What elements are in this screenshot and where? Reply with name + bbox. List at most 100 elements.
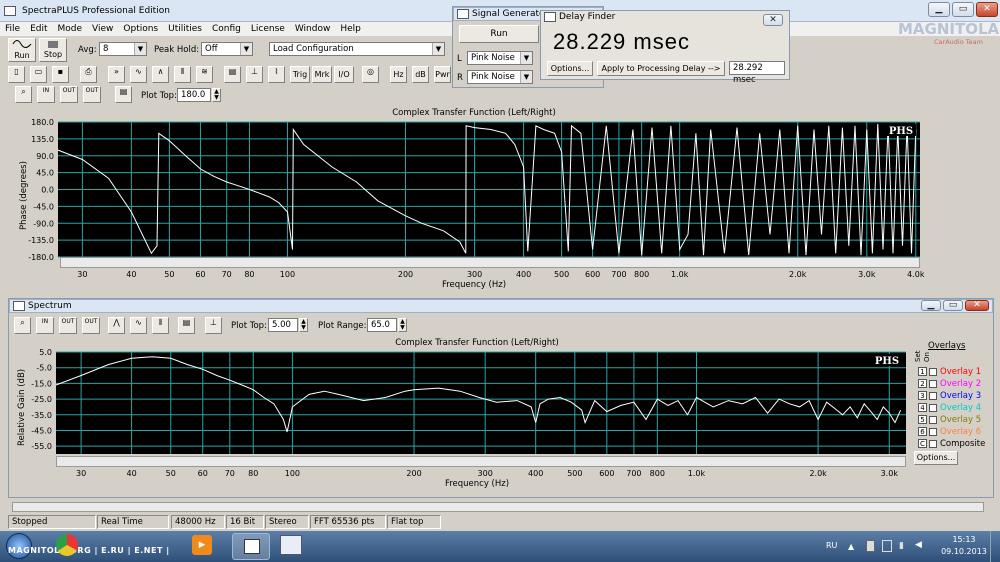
run-button[interactable]: Run: [8, 38, 36, 62]
menu-help[interactable]: Help: [335, 22, 366, 36]
spectrum-plot-top-input[interactable]: 5.00: [268, 318, 298, 332]
overlay-6-set-button[interactable]: 6: [918, 427, 927, 436]
table-view-icon[interactable]: ▤: [224, 66, 241, 83]
left-signal-select[interactable]: Pink Noise ▼: [467, 51, 533, 65]
volume-icon[interactable]: ◀: [915, 540, 922, 550]
bars-view-icon[interactable]: ⫴: [152, 317, 169, 334]
plot-top-spinner[interactable]: ▲ ▼: [299, 318, 308, 332]
zoom-in-button[interactable]: IN: [36, 317, 54, 334]
zoom-icon[interactable]: ⌕: [14, 317, 31, 334]
zoom-out-button[interactable]: OUT: [60, 86, 78, 103]
chrome-icon[interactable]: [56, 534, 78, 556]
print-icon[interactable]: ⎙: [80, 66, 97, 83]
io-button[interactable]: I/O: [334, 66, 354, 83]
battery-icon[interactable]: [882, 540, 892, 552]
composite-checkbox[interactable]: [929, 439, 937, 448]
x-tick-label: 70: [225, 469, 235, 478]
processing-delay-field[interactable]: 28.292 msec: [729, 61, 785, 85]
axis-icon[interactable]: ⊥: [246, 66, 263, 83]
menu-file[interactable]: File: [0, 22, 25, 36]
open-folder-icon[interactable]: ▭: [30, 66, 47, 83]
spectrum-view-icon[interactable]: ∿: [130, 317, 147, 334]
zoom-out-button[interactable]: OUT: [59, 317, 77, 334]
apply-to-processing-delay-button[interactable]: Apply to Processing Delay -->: [597, 61, 725, 76]
menu-window[interactable]: Window: [290, 22, 336, 36]
delay-value: 28.229 msec: [553, 29, 690, 54]
tray-arrow-icon[interactable]: ▲: [848, 542, 854, 551]
delay-options-button[interactable]: Options...: [547, 61, 593, 76]
overlay-2-checkbox[interactable]: [929, 379, 937, 388]
menu-utilities[interactable]: Utilities: [163, 22, 207, 36]
spectrum-close-button[interactable]: ✕: [965, 300, 989, 311]
overlay-5-checkbox[interactable]: [929, 415, 937, 424]
show-desktop-button[interactable]: [990, 531, 1000, 562]
spectraplus-task-button[interactable]: [232, 533, 270, 560]
generator-run-button[interactable]: Run: [459, 25, 539, 43]
fast-forward-icon[interactable]: »: [108, 66, 125, 83]
media-player-icon[interactable]: ▶: [192, 535, 212, 555]
stop-button[interactable]: Stop: [39, 38, 67, 62]
overlay-options-button[interactable]: Options...: [914, 451, 958, 465]
overlay-6-checkbox[interactable]: [929, 427, 937, 436]
menu-edit[interactable]: Edit: [25, 22, 52, 36]
overlay-1-checkbox[interactable]: [929, 367, 937, 376]
overlay-3-checkbox[interactable]: [929, 391, 937, 400]
window-task-icon[interactable]: [280, 535, 302, 555]
hz-button[interactable]: Hz: [390, 66, 407, 83]
bars-view-icon[interactable]: ⫴: [174, 66, 191, 83]
delay-finder-close-button[interactable]: ✕: [763, 14, 783, 26]
zoom-icon[interactable]: ⌕: [15, 86, 32, 103]
plot-range-spinner[interactable]: ▲ ▼: [398, 318, 407, 332]
zoom-out-full-button[interactable]: OUT: [83, 86, 101, 103]
spectrum-scrollbar[interactable]: [56, 456, 906, 467]
network-icon[interactable]: ▮: [899, 541, 904, 551]
load-configuration-select[interactable]: Load Configuration ▼: [269, 42, 445, 56]
time-series-icon[interactable]: ∧: [152, 66, 169, 83]
peak-hold-select[interactable]: Off ▼: [201, 42, 253, 56]
x-tick-label: 300: [467, 270, 482, 279]
menu-mode[interactable]: Mode: [53, 22, 88, 36]
marker-button[interactable]: Mrk: [312, 66, 332, 83]
range-icon[interactable]: ⊥: [205, 317, 222, 334]
overlay-1-set-button[interactable]: 1: [918, 367, 927, 376]
menu-options[interactable]: Options: [118, 22, 163, 36]
menu-view[interactable]: View: [87, 22, 118, 36]
plot-top-input[interactable]: 180.0: [177, 88, 211, 102]
save-icon[interactable]: ▪: [52, 66, 69, 83]
plot-range-input[interactable]: 65.0: [367, 318, 397, 332]
overlay-4-checkbox[interactable]: [929, 403, 937, 412]
maximize-button[interactable]: ▭: [952, 2, 974, 17]
menu-license[interactable]: License: [246, 22, 290, 36]
peak-icon[interactable]: ⋀: [108, 317, 125, 334]
overlay-4-set-button[interactable]: 4: [918, 403, 927, 412]
new-file-icon[interactable]: ▯: [8, 66, 25, 83]
overlay-5-set-button[interactable]: 5: [918, 415, 927, 424]
signal-generator-icon[interactable]: ◎: [362, 66, 379, 83]
right-signal-select[interactable]: Pink Noise ▼: [467, 70, 533, 84]
zoom-in-button[interactable]: IN: [37, 86, 55, 103]
spectrum-minimize-button[interactable]: ▁: [921, 300, 941, 311]
plot-top-spinner[interactable]: ▲ ▼: [212, 88, 221, 102]
overlay-2-set-button[interactable]: 2: [918, 379, 927, 388]
menu-config[interactable]: Config: [207, 22, 246, 36]
table-view-icon[interactable]: ▤: [115, 86, 132, 103]
trigger-button[interactable]: Trig: [290, 66, 310, 83]
calibrate-icon[interactable]: ⌇: [268, 66, 285, 83]
language-indicator[interactable]: RU: [826, 541, 837, 550]
phase-scrollbar[interactable]: [60, 257, 920, 268]
spectrum-maximize-button[interactable]: ▭: [943, 300, 963, 311]
minimize-button[interactable]: ▁: [928, 2, 950, 17]
close-button[interactable]: ✕: [976, 2, 998, 17]
power-button[interactable]: Pwr: [434, 66, 451, 83]
main-scrollbar[interactable]: [12, 502, 984, 512]
waterfall-icon[interactable]: ≋: [196, 66, 213, 83]
spectrum-view-icon[interactable]: ∿: [130, 66, 147, 83]
x-tick-label: 30: [77, 270, 87, 279]
composite-set-button[interactable]: C: [918, 439, 927, 448]
table-view-icon[interactable]: ▤: [178, 317, 195, 334]
zoom-out-full-button[interactable]: OUT: [82, 317, 100, 334]
overlay-3-set-button[interactable]: 3: [918, 391, 927, 400]
avg-select[interactable]: 8 ▼: [99, 42, 147, 56]
db-button[interactable]: dB: [412, 66, 429, 83]
removable-device-icon[interactable]: [866, 540, 875, 552]
